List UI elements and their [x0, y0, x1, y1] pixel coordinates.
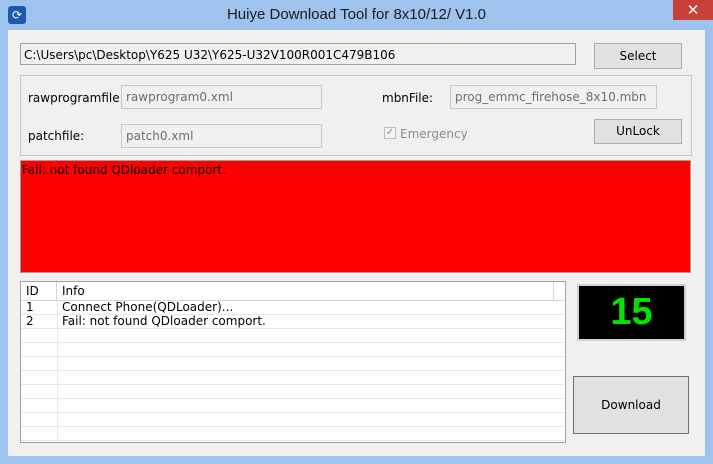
- app-window: ⟳ Huiye Download Tool for 8x10/12/ V1.0 …: [0, 0, 713, 464]
- row-id: 2: [26, 314, 34, 328]
- file-path-field[interactable]: C:\Users\pc\Desktop\Y625 U32\Y625-U32V10…: [20, 43, 576, 65]
- empty-row: [21, 413, 565, 427]
- status-panel: Fail: not found QDloader comport.: [20, 160, 691, 273]
- empty-row: [21, 427, 565, 441]
- window-title: Huiye Download Tool for 8x10/12/ V1.0: [226, 6, 487, 23]
- table-row[interactable]: 1 Connect Phone(QDLoader)...: [21, 300, 565, 315]
- row-info: Connect Phone(QDLoader)...: [62, 300, 234, 314]
- empty-row: [21, 385, 565, 399]
- unlock-button[interactable]: UnLock: [594, 119, 682, 144]
- empty-row: [21, 357, 565, 371]
- emergency-label: Emergency: [400, 127, 468, 141]
- patch-field[interactable]: patch0.xml: [121, 124, 322, 148]
- empty-row: [21, 399, 565, 413]
- download-button[interactable]: Download: [573, 376, 689, 434]
- main-panel: C:\Users\pc\Desktop\Y625 U32\Y625-U32V10…: [8, 30, 705, 456]
- log-list-header: ID Info: [21, 282, 565, 301]
- row-id: 1: [26, 300, 34, 314]
- empty-row: [21, 329, 565, 343]
- row-info: Fail: not found QDloader comport.: [62, 314, 266, 328]
- column-header-id[interactable]: ID: [21, 282, 57, 300]
- mbn-label: mbnFile:: [382, 91, 434, 105]
- checkmark-icon: ✓: [385, 127, 395, 138]
- title-bar: ⟳ Huiye Download Tool for 8x10/12/ V1.0 …: [0, 0, 713, 30]
- table-row[interactable]: 2 Fail: not found QDloader comport.: [21, 314, 565, 329]
- mbn-field[interactable]: prog_emmc_firehose_8x10.mbn: [450, 85, 657, 109]
- rawprogram-label: rawprogramfile:: [28, 91, 124, 105]
- emergency-checkbox[interactable]: ✓: [384, 127, 396, 139]
- rawprogram-field[interactable]: rawprogram0.xml: [121, 85, 322, 109]
- log-list[interactable]: ID Info 1 Connect Phone(QDLoader)... 2 F…: [20, 281, 566, 443]
- empty-row: [21, 371, 565, 385]
- column-header-info[interactable]: Info: [57, 282, 554, 300]
- select-button[interactable]: Select: [594, 43, 682, 69]
- patch-label: patchfile:: [28, 129, 85, 143]
- empty-row: [21, 343, 565, 357]
- status-message: Fail: not found QDloader comport.: [22, 163, 226, 177]
- close-button[interactable]: ✕: [673, 0, 713, 20]
- counter-display: 15: [577, 284, 686, 341]
